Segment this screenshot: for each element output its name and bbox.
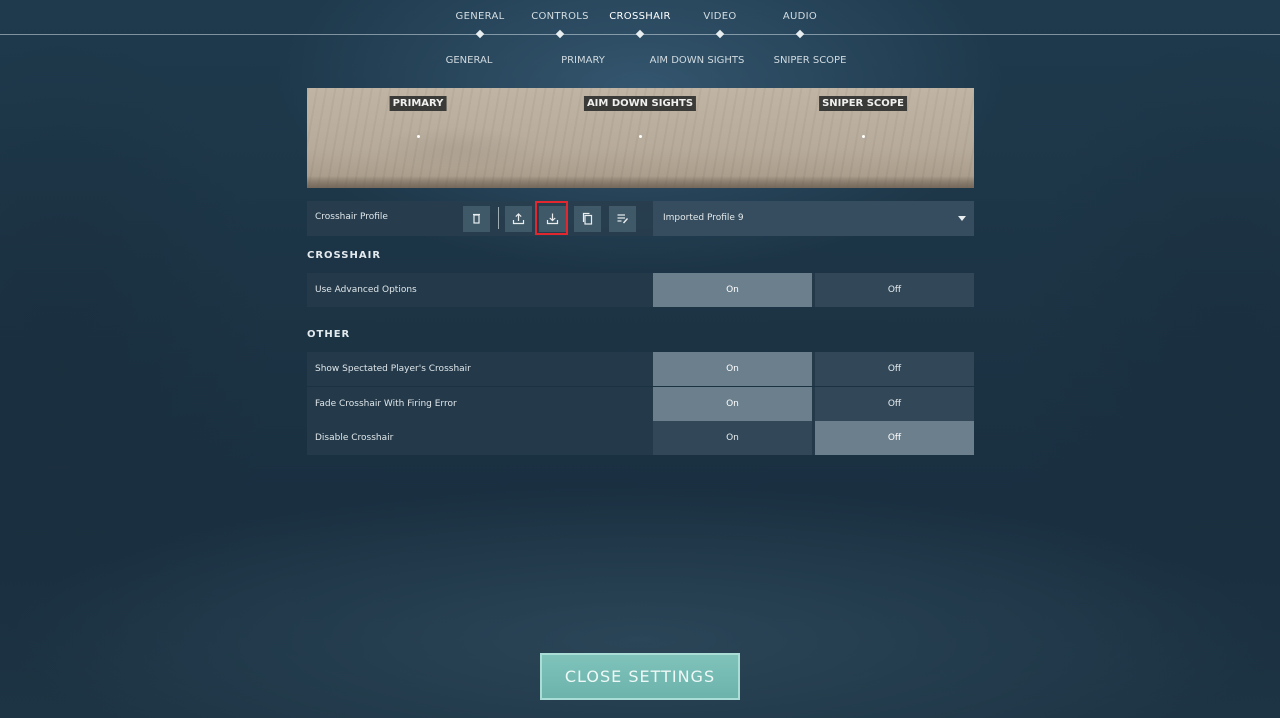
option-off[interactable]: Off bbox=[815, 387, 974, 421]
setting-label: Show Spectated Player's Crosshair bbox=[315, 364, 471, 374]
crosshair-dot bbox=[862, 135, 865, 138]
tab-marker-dot bbox=[555, 29, 565, 39]
option-on[interactable]: On bbox=[653, 387, 812, 421]
setting-row-use-advanced-options: Use Advanced Options On Off bbox=[307, 273, 974, 307]
chevron-down-icon bbox=[958, 216, 966, 221]
subtab-sniper-scope[interactable]: SNIPER SCOPE bbox=[745, 55, 875, 66]
rename-profile-button[interactable] bbox=[609, 206, 636, 232]
profile-dropdown[interactable]: Imported Profile 9 bbox=[653, 201, 974, 236]
setting-label: Fade Crosshair With Firing Error bbox=[315, 399, 457, 409]
setting-row-show-spectated-crosshair: Show Spectated Player's Crosshair On Off bbox=[307, 352, 974, 386]
tab-audio[interactable]: AUDIO bbox=[755, 11, 845, 22]
crosshair-dot bbox=[417, 135, 420, 138]
copy-profile-button[interactable] bbox=[574, 206, 601, 232]
option-on[interactable]: On bbox=[653, 421, 812, 455]
subtab-aim-down-sights[interactable]: AIM DOWN SIGHTS bbox=[632, 55, 762, 66]
close-settings-button[interactable]: CLOSE SETTINGS bbox=[540, 653, 740, 700]
option-on[interactable]: On bbox=[653, 273, 812, 307]
tab-crosshair[interactable]: CROSSHAIR bbox=[595, 11, 685, 22]
preview-floor bbox=[307, 176, 974, 188]
export-profile-button[interactable] bbox=[505, 206, 532, 232]
crosshair-preview: PRIMARY AIM DOWN SIGHTS SNIPER SCOPE bbox=[307, 88, 974, 188]
export-icon bbox=[512, 213, 525, 225]
tab-marker-dot bbox=[715, 29, 725, 39]
section-title-other: OTHER bbox=[307, 329, 351, 340]
subtab-primary[interactable]: PRIMARY bbox=[518, 55, 648, 66]
tab-marker-dot bbox=[475, 29, 485, 39]
option-off[interactable]: Off bbox=[815, 352, 974, 386]
tab-general[interactable]: GENERAL bbox=[435, 11, 525, 22]
preview-label-ads: AIM DOWN SIGHTS bbox=[583, 96, 697, 111]
top-nav: GENERAL CONTROLS CROSSHAIR VIDEO AUDIO bbox=[0, 0, 1280, 50]
subtab-general[interactable]: GENERAL bbox=[404, 55, 534, 66]
profile-dropdown-value: Imported Profile 9 bbox=[663, 213, 744, 223]
import-icon bbox=[546, 213, 559, 225]
setting-row-fade-crosshair-firing-error: Fade Crosshair With Firing Error On Off bbox=[307, 387, 974, 421]
option-off[interactable]: Off bbox=[815, 273, 974, 307]
tab-marker-dot bbox=[635, 29, 645, 39]
option-on[interactable]: On bbox=[653, 352, 812, 386]
tab-marker-dot bbox=[795, 29, 805, 39]
delete-profile-button[interactable] bbox=[463, 206, 490, 232]
tab-video[interactable]: VIDEO bbox=[675, 11, 765, 22]
setting-row-disable-crosshair: Disable Crosshair On Off bbox=[307, 421, 974, 455]
preview-label-sniper: SNIPER SCOPE bbox=[819, 96, 907, 111]
crosshair-profile-label: Crosshair Profile bbox=[315, 212, 388, 222]
toolbar-divider bbox=[498, 207, 499, 229]
tab-controls[interactable]: CONTROLS bbox=[515, 11, 605, 22]
crosshair-dot bbox=[639, 135, 642, 138]
option-off[interactable]: Off bbox=[815, 421, 974, 455]
trash-icon bbox=[473, 213, 480, 224]
setting-label: Disable Crosshair bbox=[315, 433, 394, 443]
setting-label: Use Advanced Options bbox=[315, 285, 417, 295]
rename-icon bbox=[617, 214, 629, 224]
import-profile-button[interactable] bbox=[539, 206, 566, 232]
preview-label-primary: PRIMARY bbox=[389, 96, 447, 111]
section-title-crosshair: CROSSHAIR bbox=[307, 250, 382, 261]
copy-icon bbox=[582, 212, 593, 225]
